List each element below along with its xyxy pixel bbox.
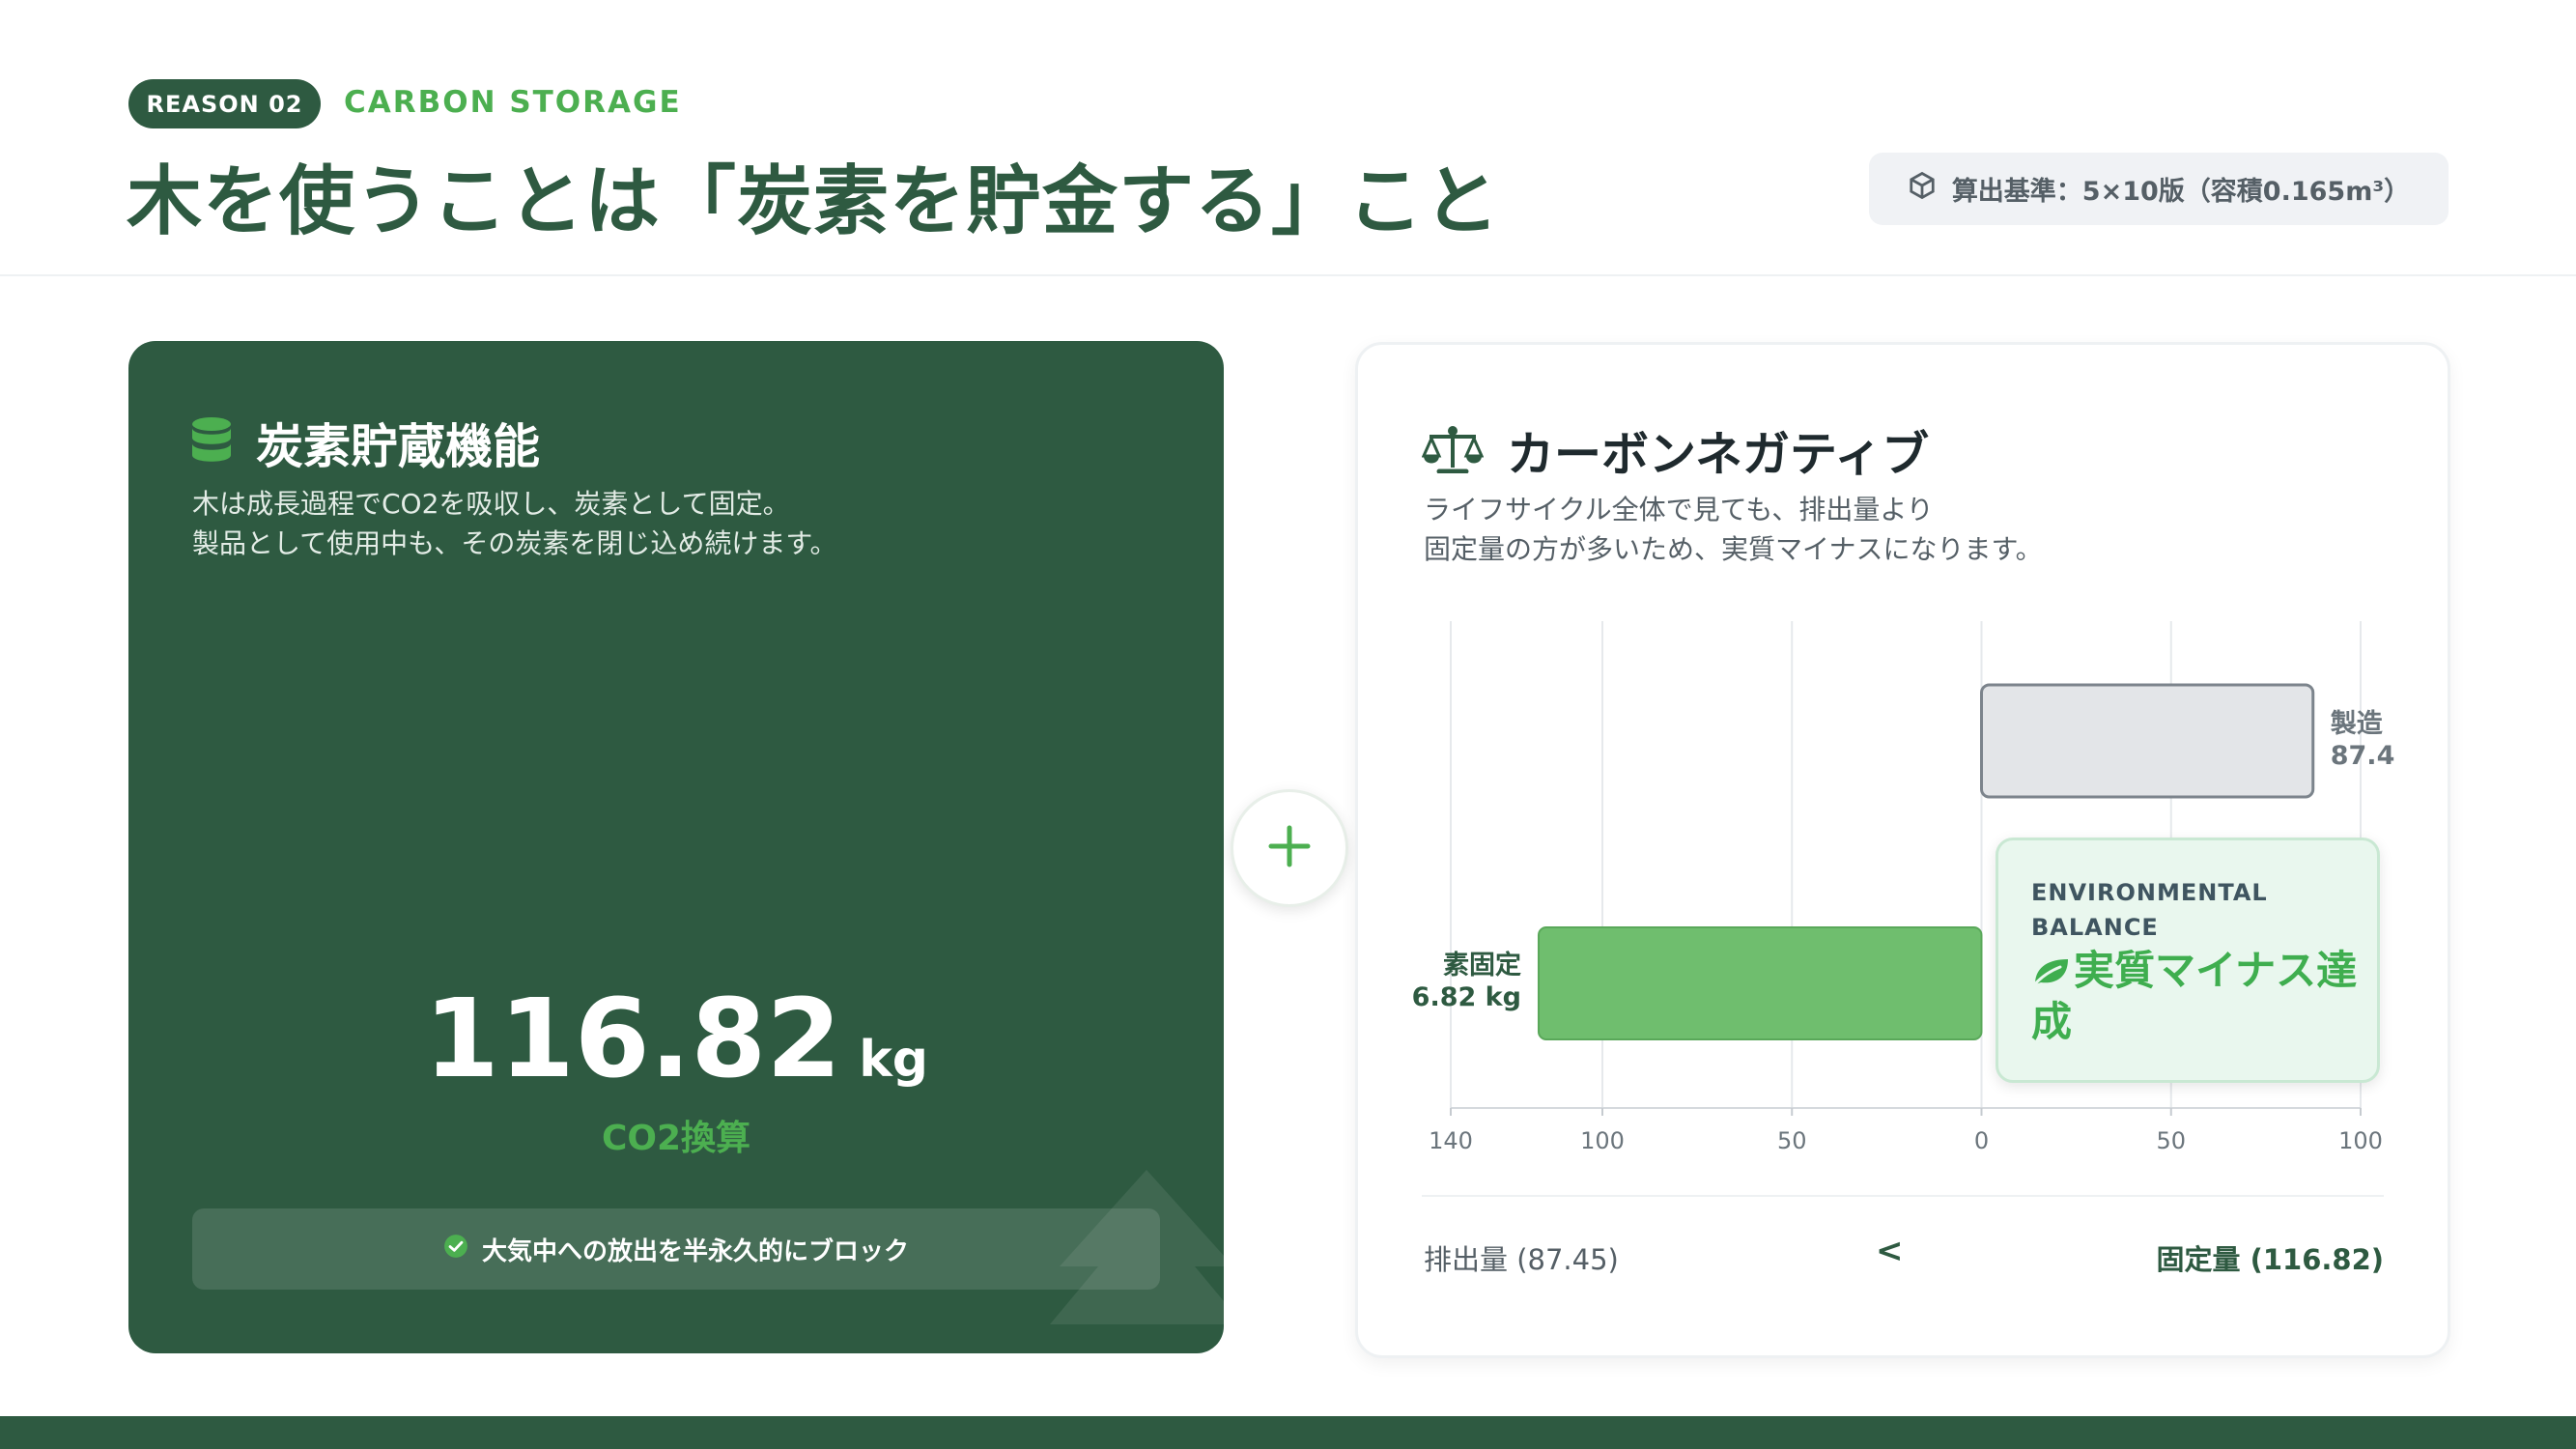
storage-card-title: 炭素貯蔵機能 (256, 419, 541, 474)
storage-value-label: CO2換算 (601, 1119, 751, 1158)
database-icon (190, 416, 233, 470)
page-title: 木を使うことは「炭素を貯金する」こと (127, 158, 1501, 245)
plus-icon (1267, 824, 1312, 872)
leaf-icon (2031, 947, 2074, 994)
chart-tick-label: 50 (2156, 1127, 2186, 1154)
chart-tick-label: 50 (1777, 1127, 1807, 1154)
environmental-balance-badge: ENVIRONMENTAL BALANCE 実質マイナス達成 (1996, 838, 2380, 1083)
carbon-negative-card: カーボンネガティブ ライフサイクル全体で見ても、排出量より 固定量の方が多いため… (1355, 342, 2450, 1358)
calculation-basis-badge: 算出基準：5×10版（容積0.165m³） (1869, 153, 2449, 225)
fixation-bar (1537, 926, 1983, 1040)
storage-card-header: 炭素貯蔵機能 (190, 409, 540, 477)
box-icon (1908, 171, 1937, 207)
plus-connector (1231, 789, 1348, 907)
chart-tick-label: 100 (1580, 1127, 1625, 1154)
carbon-storage-card: 炭素貯蔵機能 木は成長過程でCO2を吸収し、炭素として固定。 製品として使用中も… (128, 341, 1224, 1353)
chart-tick-label: 140 (1429, 1127, 1473, 1154)
storage-note-text: 大気中への放出を半永久的にブロック (481, 1236, 909, 1266)
emission-bar (1980, 683, 2315, 799)
environmental-balance-main: 実質マイナス達成 (2031, 947, 2358, 1045)
check-circle-icon (443, 1234, 468, 1265)
calculation-basis-text: 算出基準：5×10版（容積0.165m³） (1951, 177, 2411, 207)
environmental-balance-label: ENVIRONMENTAL BALANCE (2031, 879, 2268, 941)
comparison-symbol: < (1876, 1232, 1904, 1270)
reason-tag: REASON 02 (128, 79, 321, 128)
balance-card-divider (1422, 1195, 2384, 1197)
chart-tick-label: 0 (1974, 1127, 1989, 1154)
storage-note: 大気中への放出を半永久的にブロック (192, 1208, 1160, 1290)
fixation-bar-value: 6.82 kg (1412, 982, 1521, 1012)
fixation-bar-label: 素固定 (1443, 950, 1521, 980)
storage-value: 116.82 kg (128, 977, 1224, 1102)
emission-bar-value: 87.4 (2331, 741, 2395, 771)
header: REASON 02 CARBON STORAGE 木を使うことは「炭素を貯金する… (0, 0, 2576, 276)
emission-bar-label: 製造 (2331, 709, 2383, 739)
emission-summary: 排出量 (87.45) (1424, 1243, 1619, 1276)
storage-value-unit: kg (859, 1031, 928, 1089)
storage-value-number: 116.82 (423, 977, 842, 1102)
chart-tick-label: 100 (2338, 1127, 2383, 1154)
storage-card-description: 木は成長過程でCO2を吸収し、炭素として固定。 製品として使用中も、その炭素を閉… (192, 488, 837, 559)
section-label: CARBON STORAGE (344, 85, 682, 120)
fixation-summary: 固定量 (116.82) (2156, 1243, 2384, 1276)
footer-band (0, 1416, 2576, 1449)
